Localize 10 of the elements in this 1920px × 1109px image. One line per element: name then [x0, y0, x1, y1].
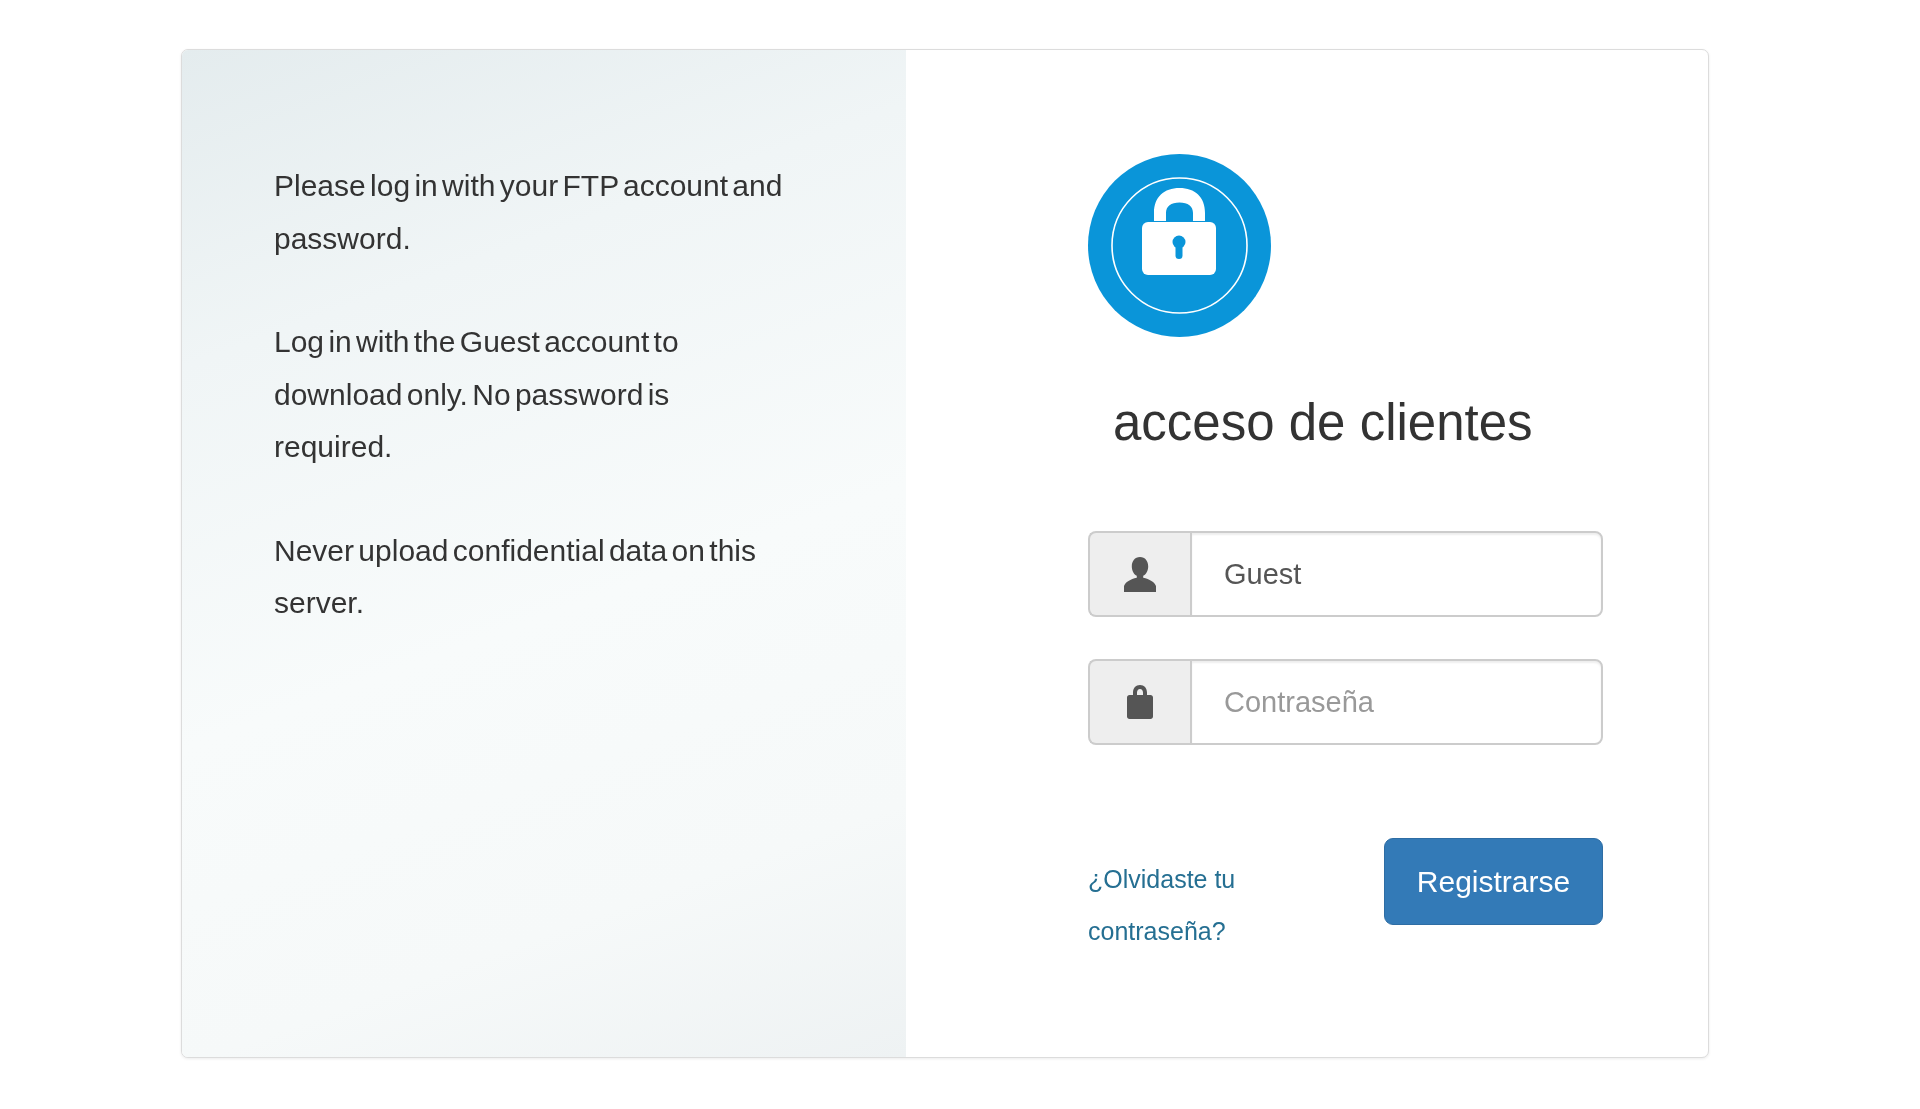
- user-icon: [1122, 556, 1158, 592]
- info-paragraph: Never upload confidential data on this server.: [274, 532, 757, 621]
- register-button[interactable]: Registrarse: [1384, 838, 1603, 925]
- login-title: acceso de clientes: [1113, 393, 1533, 453]
- username-field[interactable]: Guest: [1190, 531, 1603, 617]
- info-paragraph: Log in with the Guest account to download only. No password is required.: [274, 324, 680, 465]
- password-field[interactable]: Contraseña: [1190, 659, 1603, 745]
- padlock-icon: [1088, 154, 1271, 337]
- forgot-password-link[interactable]: ¿Olvidaste tu contraseña?: [1088, 853, 1288, 957]
- info-paragraph: Please log in with your FTP account and password.: [274, 168, 784, 257]
